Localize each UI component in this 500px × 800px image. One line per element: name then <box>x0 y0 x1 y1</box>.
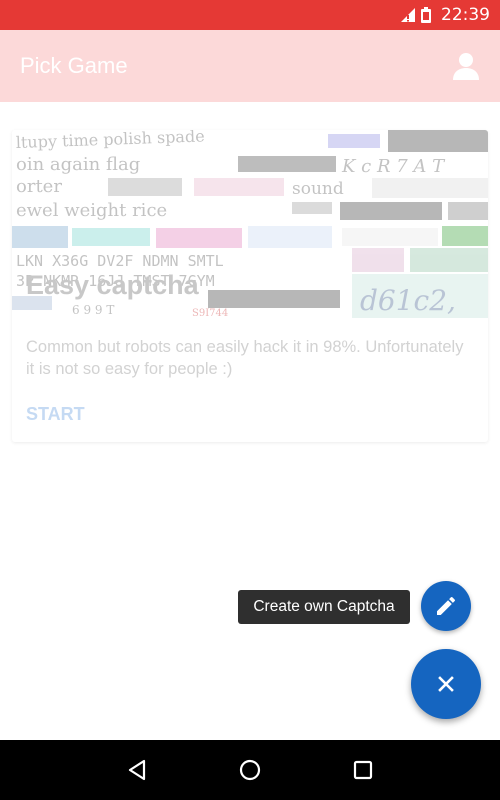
svg-text:d61c2,: d61c2, <box>360 284 456 317</box>
nav-home-button[interactable] <box>236 756 264 784</box>
account-icon[interactable] <box>450 50 482 82</box>
close-icon <box>438 676 454 692</box>
create-captcha-button[interactable] <box>421 581 471 631</box>
svg-text:oin again flag: oin again flag <box>16 154 140 175</box>
page-title: Pick Game <box>20 53 128 78</box>
svg-text:S9I744: S9I744 <box>192 308 228 318</box>
card-title: Easy captcha <box>26 270 199 300</box>
card-description: Common but robots can easily hack it in … <box>26 338 464 378</box>
nav-recents-button[interactable] <box>349 756 377 784</box>
svg-text:sound: sound <box>292 179 344 199</box>
svg-text:ewel weight rice: ewel weight rice <box>16 200 167 221</box>
svg-text:LKN X36G DV2F NDMN SMTL: LKN X36G DV2F NDMN SMTL <box>16 252 224 270</box>
back-icon <box>128 759 145 781</box>
svg-text:orter: orter <box>16 176 62 197</box>
app-bar: Pick Game <box>0 30 500 102</box>
main-content: ltupy time polish spade oin again flag K… <box>0 102 500 740</box>
recents-icon <box>354 760 373 780</box>
create-captcha-tooltip[interactable]: Create own Captcha <box>238 590 410 624</box>
game-card[interactable]: ltupy time polish spade oin again flag K… <box>12 130 488 442</box>
svg-text:6 9 9 T: 6 9 9 T <box>72 303 114 317</box>
status-time: 22:39 <box>441 5 490 25</box>
nav-back-button[interactable] <box>123 756 151 784</box>
battery-icon <box>421 7 431 23</box>
home-icon <box>239 759 261 781</box>
nav-bar <box>0 740 500 800</box>
signal-icon <box>401 8 415 22</box>
start-button[interactable]: START <box>26 404 85 425</box>
pencil-icon <box>437 596 456 615</box>
status-bar: 22:39 <box>0 0 500 30</box>
svg-text:K c R 7 A T: K c R 7 A T <box>341 156 446 177</box>
close-menu-button[interactable] <box>411 649 481 719</box>
